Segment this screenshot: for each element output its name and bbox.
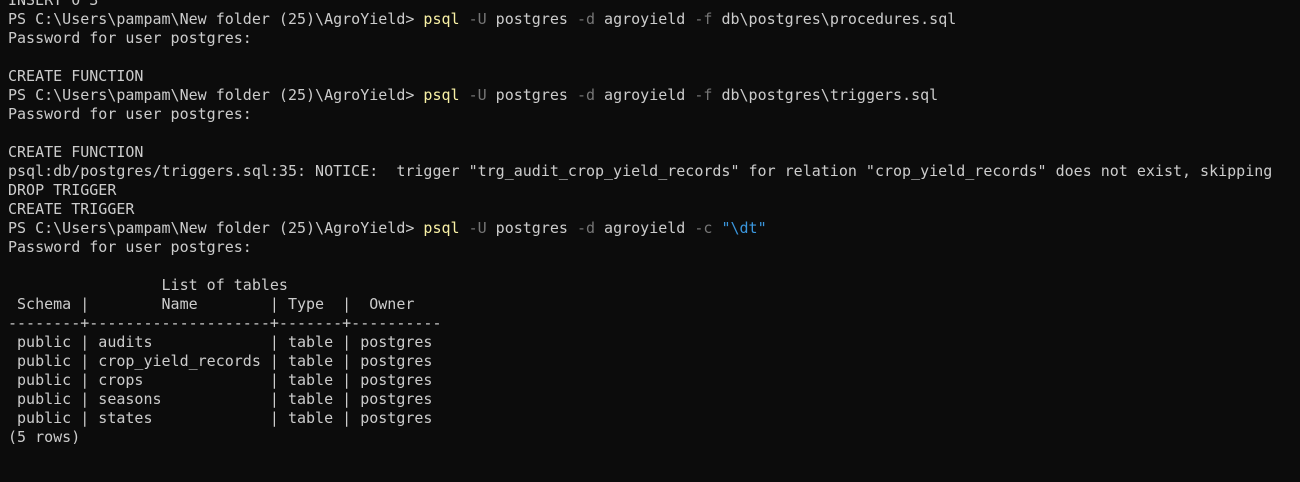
argument-token bbox=[460, 219, 469, 237]
output-line: CREATE FUNCTION bbox=[8, 67, 144, 85]
output-line: CREATE FUNCTION bbox=[8, 143, 144, 161]
argument-token: db\postgres\triggers.sql bbox=[712, 86, 939, 104]
shell-prompt: PS C:\Users\pampam\New folder (25)\AgroY… bbox=[8, 10, 424, 28]
parameter-token: -U bbox=[468, 219, 487, 237]
output-line: List of tables bbox=[8, 276, 288, 294]
output-line: CREATE TRIGGER bbox=[8, 200, 135, 218]
argument-token: postgres bbox=[486, 10, 577, 28]
command-token: psql bbox=[423, 10, 460, 28]
parameter-token: -f bbox=[694, 10, 713, 28]
argument-token: postgres bbox=[486, 219, 577, 237]
shell-prompt: PS C:\Users\pampam\New folder (25)\AgroY… bbox=[8, 219, 424, 237]
argument-token: agroyield bbox=[595, 86, 695, 104]
parameter-token: -d bbox=[576, 219, 596, 237]
parameter-token: -d bbox=[576, 86, 596, 104]
argument-token: agroyield bbox=[595, 219, 695, 237]
parameter-token: -d bbox=[576, 10, 596, 28]
parameter-token: -f bbox=[694, 86, 713, 104]
output-line: Password for user postgres: bbox=[8, 29, 252, 47]
output-line: public | crop_yield_records | table | po… bbox=[8, 352, 433, 370]
output-line: public | seasons | table | postgres bbox=[8, 390, 433, 408]
command-line: PS C:\Users\pampam\New folder (25)\AgroY… bbox=[8, 86, 1298, 105]
parameter-token: -U bbox=[468, 10, 487, 28]
argument-token: postgres bbox=[486, 86, 577, 104]
argument-token: agroyield bbox=[595, 10, 695, 28]
output-line: public | crops | table | postgres bbox=[8, 371, 433, 389]
output-line: Password for user postgres: bbox=[8, 238, 252, 256]
command-line: PS C:\Users\pampam\New folder (25)\AgroY… bbox=[8, 10, 1298, 29]
string-token: "\dt" bbox=[721, 219, 767, 237]
argument-token bbox=[460, 10, 469, 28]
output-line: --------+--------------------+-------+--… bbox=[8, 314, 442, 332]
output-line: DROP TRIGGER bbox=[8, 181, 117, 199]
output-line: Password for user postgres: bbox=[8, 105, 252, 123]
output-line: psql:db/postgres/triggers.sql:35: NOTICE… bbox=[8, 162, 1273, 180]
shell-prompt: PS C:\Users\pampam\New folder (25)\AgroY… bbox=[8, 86, 424, 104]
parameter-token: -U bbox=[468, 86, 487, 104]
command-line: PS C:\Users\pampam\New folder (25)\AgroY… bbox=[8, 219, 1298, 238]
output-line: INSERT 0 3 bbox=[8, 0, 99, 9]
argument-token: db\postgres\procedures.sql bbox=[712, 10, 957, 28]
output-line: public | states | table | postgres bbox=[8, 409, 433, 427]
parameter-token: -c bbox=[694, 219, 713, 237]
argument-token bbox=[460, 86, 469, 104]
command-token: psql bbox=[423, 219, 460, 237]
terminal-output[interactable]: INSERT 0 3 PS C:\Users\pampam\New folder … bbox=[8, 0, 1298, 447]
output-line: public | audits | table | postgres bbox=[8, 333, 433, 351]
command-token: psql bbox=[423, 86, 460, 104]
output-line: Schema | Name | Type | Owner bbox=[8, 295, 415, 313]
output-line: (5 rows) bbox=[8, 428, 81, 446]
